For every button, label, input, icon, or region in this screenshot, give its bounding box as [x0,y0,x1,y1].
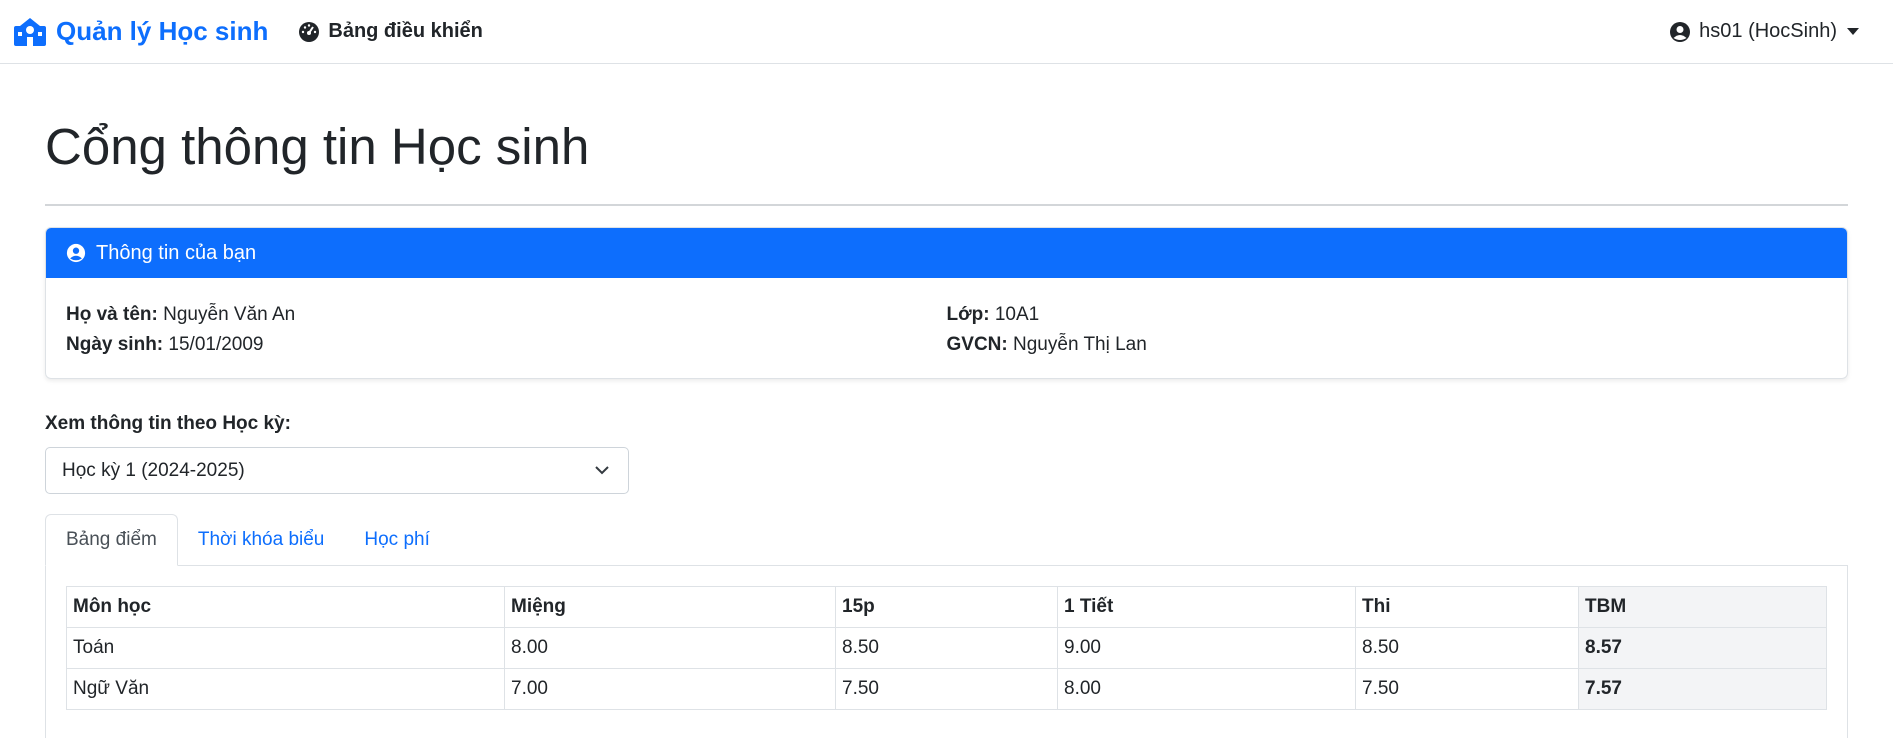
user-circle-icon [1670,21,1691,42]
table-row: Ngữ Văn 7.00 7.50 8.00 7.50 7.57 [66,668,1827,710]
cell-1period: 8.00 [1057,668,1356,710]
dob-value: 15/01/2009 [168,334,264,355]
tab-tuition[interactable]: Học phí [344,514,449,565]
tab-bar: Bảng điểm Thời khóa biểu Học phí [45,514,1848,566]
cell-15min: 8.50 [835,627,1058,669]
main-container: Cổng thông tin Học sinh Thông tin của bạ… [0,116,1893,738]
card-header: Thông tin của bạn [46,228,1847,278]
card-body: Họ và tên: Nguyễn Văn An Ngày sinh: 15/0… [46,278,1847,378]
school-icon [14,17,46,46]
col-header-exam: Thi [1355,586,1579,628]
user-name: hs01 (HocSinh) [1699,20,1837,42]
cell-15min: 7.50 [835,668,1058,710]
brand-title: Quản lý Học sinh [56,16,269,46]
col-header-15min: 15p [835,586,1058,628]
brand-link[interactable]: Quản lý Học sinh [14,16,268,47]
name-value: Nguyễn Văn An [163,304,296,325]
cell-exam: 8.50 [1355,627,1579,669]
title-divider [45,204,1848,206]
cell-subject: Ngữ Văn [66,668,505,710]
semester-selected-value: Học kỳ 1 (2024-2025) [62,459,245,481]
chevron-down-icon [595,466,609,475]
user-circle-icon [66,243,86,263]
grades-table: Môn học Miệng 15p 1 Tiết Thi TBM Toán 8.… [66,586,1827,710]
table-row: Toán 8.00 8.50 9.00 8.50 8.57 [66,627,1827,669]
info-teacher: GVCN: Nguyễn Thị Lan [947,330,1828,360]
cell-subject: Toán [66,627,505,669]
info-column-right: Lớp: 10A1 GVCN: Nguyễn Thị Lan [947,300,1828,358]
page-title: Cổng thông tin Học sinh [45,118,590,175]
col-header-oral: Miệng [504,586,836,628]
grades-pane: Môn học Miệng 15p 1 Tiết Thi TBM Toán 8.… [45,566,1848,738]
cell-exam: 7.50 [1355,668,1579,710]
semester-label: Xem thông tin theo Học kỳ: [45,413,291,434]
teacher-label: GVCN: [946,334,1008,355]
nav-dashboard-label: Bảng điều khiển [328,20,483,42]
cell-oral: 7.00 [504,668,836,710]
semester-select[interactable]: Học kỳ 1 (2024-2025) [45,447,629,494]
info-class: Lớp: 10A1 [947,300,1828,330]
teacher-value: Nguyễn Thị Lan [1013,334,1147,355]
col-header-average: TBM [1578,586,1827,628]
tab-grades[interactable]: Bảng điểm [45,514,178,566]
student-info-card: Thông tin của bạn Họ và tên: Nguyễn Văn … [45,227,1848,379]
tab-schedule[interactable]: Thời khóa biểu [178,514,345,565]
cell-average: 8.57 [1578,627,1827,669]
user-menu-toggle[interactable]: hs01 (HocSinh) [1669,20,1859,43]
tachometer-icon [299,21,320,42]
card-header-title: Thông tin của bạn [96,241,257,264]
navbar: Quản lý Học sinh Bảng điều khiển hs01 (H… [0,0,1893,64]
dob-label: Ngày sinh: [66,334,164,355]
nav-dashboard[interactable]: Bảng điều khiển [298,20,483,43]
col-header-subject: Môn học [66,586,505,628]
name-label: Họ và tên: [66,304,158,325]
info-name: Họ và tên: Nguyễn Văn An [66,300,947,330]
caret-down-icon [1847,28,1859,35]
cell-oral: 8.00 [504,627,836,669]
info-column-left: Họ và tên: Nguyễn Văn An Ngày sinh: 15/0… [66,300,947,358]
table-header-row: Môn học Miệng 15p 1 Tiết Thi TBM [66,586,1827,628]
class-value: 10A1 [994,304,1040,325]
cell-1period: 9.00 [1057,627,1356,669]
info-dob: Ngày sinh: 15/01/2009 [66,330,947,360]
col-header-1period: 1 Tiết [1057,586,1356,628]
cell-average: 7.57 [1578,668,1827,710]
class-label: Lớp: [946,304,990,325]
